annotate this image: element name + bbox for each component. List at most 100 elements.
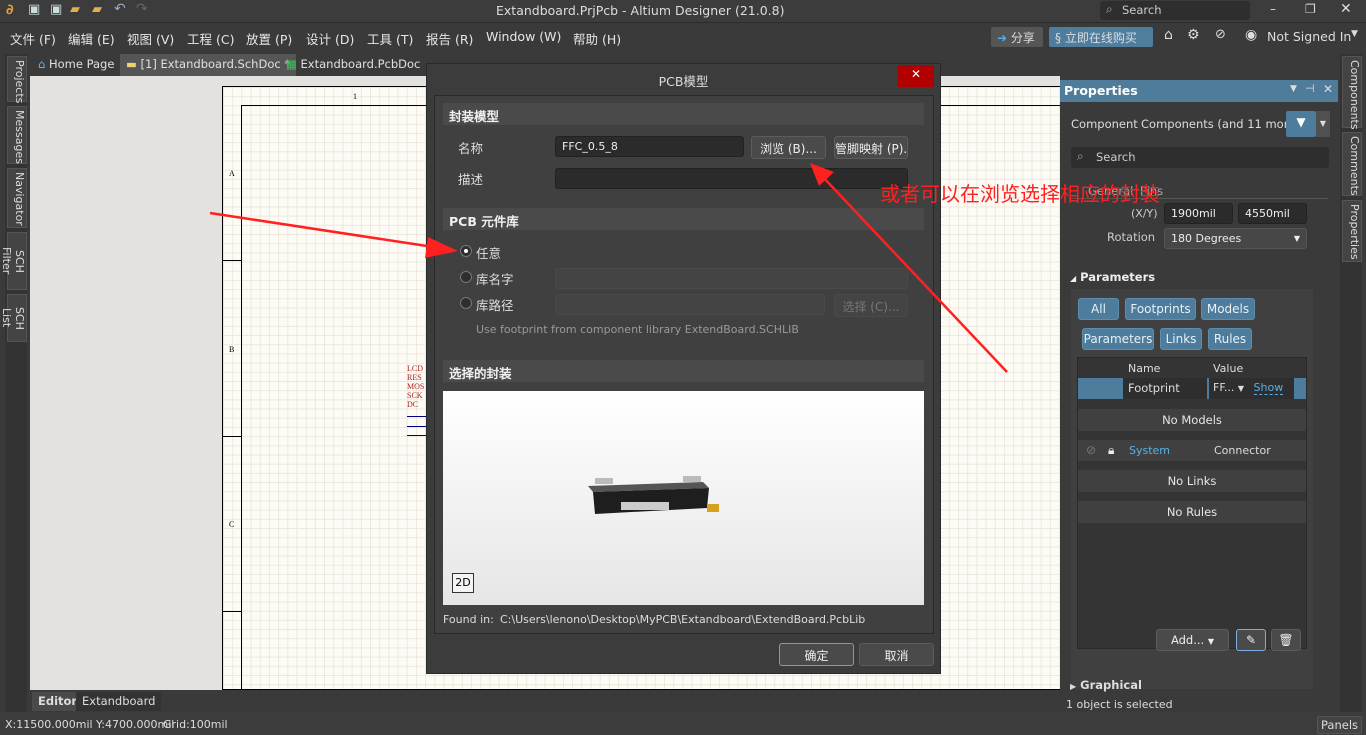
minimize-button[interactable]: – bbox=[1270, 2, 1276, 16]
rotation-select[interactable]: 180 Degrees ▼ bbox=[1164, 228, 1307, 249]
radio-library-name[interactable] bbox=[460, 271, 472, 283]
search-icon: ⌕ bbox=[1106, 2, 1113, 16]
pcb-model-dialog: PCB模型 ✕ 封装模型 名称 FFC_0.5_8 浏览 (B)... 管脚映射… bbox=[426, 63, 941, 674]
filter-rules-button[interactable]: Rules bbox=[1208, 328, 1252, 350]
found-in-label: Found in: bbox=[443, 613, 494, 626]
panel-menu-icon[interactable]: ▼ bbox=[1290, 84, 1297, 94]
user-menu[interactable]: Not Signed In bbox=[1267, 29, 1351, 44]
panel-tab-messages[interactable]: Messages bbox=[7, 106, 27, 164]
pin-map-button[interactable]: 管脚映射 (P)... bbox=[834, 136, 908, 159]
menu-window[interactable]: Window (W) bbox=[486, 29, 561, 44]
graphical-section[interactable]: ▶ Graphical bbox=[1070, 678, 1142, 692]
radio-any[interactable] bbox=[460, 245, 472, 257]
radio-library-path[interactable] bbox=[460, 297, 472, 309]
user-icon[interactable]: ◉ bbox=[1245, 27, 1257, 43]
library-path-input[interactable] bbox=[555, 294, 825, 315]
menu-file[interactable]: 文件 (F) bbox=[10, 29, 56, 48]
buy-online-button[interactable]: § 立即在线购买 bbox=[1049, 27, 1153, 47]
y-field[interactable]: 4550mil bbox=[1238, 203, 1307, 224]
menu-view[interactable]: 视图 (V) bbox=[127, 29, 174, 48]
dialog-close-button[interactable]: ✕ bbox=[898, 65, 934, 87]
filter-all-button[interactable]: All bbox=[1078, 298, 1119, 320]
use-footprint-option[interactable]: Use footprint from component library Ext… bbox=[476, 323, 799, 336]
share-button[interactable]: ➜ 分享 bbox=[991, 27, 1043, 47]
show-link[interactable]: Show bbox=[1253, 381, 1284, 395]
window-title: Extandboard.PrjPcb - Altium Designer (21… bbox=[496, 3, 785, 18]
notifications-off-icon[interactable]: ⊘ bbox=[1215, 27, 1226, 42]
tab-label: Home Page bbox=[48, 57, 115, 71]
panel-tab-properties[interactable]: Properties bbox=[1342, 200, 1362, 262]
library-name-input[interactable] bbox=[555, 268, 908, 289]
add-parameter-button[interactable]: Add... ▼ bbox=[1156, 629, 1229, 651]
panels-button[interactable]: Panels bbox=[1317, 716, 1362, 734]
edit-icon[interactable]: ✎ bbox=[1236, 629, 1266, 651]
menu-design[interactable]: 设计 (D) bbox=[306, 29, 354, 48]
view-2d-button[interactable]: 2D bbox=[452, 573, 474, 593]
tab-home-page[interactable]: ⌂ Home Page bbox=[32, 54, 120, 76]
open-folder-icon[interactable]: ▰ bbox=[70, 2, 80, 17]
restore-button[interactable]: ❐ bbox=[1305, 2, 1316, 16]
close-icon[interactable]: ✕ bbox=[1323, 82, 1333, 96]
panel-tab-navigator[interactable]: Navigator bbox=[7, 168, 27, 228]
filter-models-button[interactable]: Models bbox=[1201, 298, 1255, 320]
parameters-section[interactable]: ◢ Parameters bbox=[1070, 270, 1155, 284]
panel-tab-sch-filter[interactable]: SCH Filter bbox=[0, 232, 27, 290]
save-all-icon[interactable]: ▣ bbox=[50, 2, 62, 17]
menu-project[interactable]: 工程 (C) bbox=[187, 29, 234, 48]
pin-icon[interactable]: ⊣ bbox=[1305, 82, 1315, 95]
found-in-path: C:\Users\lenono\Desktop\MyPCB\Extandboar… bbox=[500, 613, 866, 626]
radio-library-path-label: 库路径 bbox=[476, 298, 514, 313]
save-icon[interactable]: ▣ bbox=[28, 2, 40, 17]
filter-dropdown[interactable]: ▼ bbox=[1316, 111, 1330, 137]
rotation-label: Rotation bbox=[1107, 230, 1156, 244]
trash-icon[interactable]: 🗑︎ bbox=[1271, 629, 1301, 651]
menu-help[interactable]: 帮助 (H) bbox=[573, 29, 621, 48]
filter-icon[interactable]: ▼ bbox=[1286, 111, 1316, 137]
panel-tab-comments[interactable]: Comments bbox=[1342, 132, 1362, 196]
filter-links-button[interactable]: Links bbox=[1160, 328, 1202, 350]
undo-icon[interactable]: ↶ bbox=[114, 1, 126, 17]
component-pin-labels: LCD RES MOS SCK DC bbox=[407, 364, 424, 409]
filter-footprints-button[interactable]: Footprints bbox=[1125, 298, 1196, 320]
close-button[interactable]: ✕ bbox=[1340, 1, 1352, 17]
tab-extandboard[interactable]: Extandboard bbox=[76, 692, 162, 711]
buy-label: 立即在线购买 bbox=[1064, 31, 1137, 45]
panel-tab-sch-list[interactable]: SCH List bbox=[0, 294, 27, 342]
footprint-3d-preview[interactable]: 2D bbox=[443, 391, 924, 605]
tab-pcbdoc[interactable]: ▦ Extandboard.PcbDoc bbox=[280, 54, 426, 76]
menu-tools[interactable]: 工具 (T) bbox=[367, 29, 413, 48]
tab-schdoc[interactable]: ▬ [1] Extandboard.SchDoc * bbox=[120, 54, 297, 76]
lock-icon[interactable]: 🔒︎ bbox=[1108, 443, 1114, 458]
filter-parameters-button[interactable]: Parameters bbox=[1082, 328, 1154, 350]
redo-icon[interactable]: ↷ bbox=[136, 1, 148, 17]
description-input[interactable] bbox=[555, 168, 908, 189]
chevron-down-icon[interactable]: ▼ bbox=[1351, 29, 1358, 39]
table-row-system[interactable]: ⊘ 🔒︎ System Connector bbox=[1078, 440, 1306, 461]
gear-icon[interactable]: ⚙ bbox=[1187, 27, 1200, 43]
home-icon[interactable]: ⌂ bbox=[1164, 27, 1173, 43]
rotation-value: 180 Degrees bbox=[1171, 232, 1242, 245]
add-label: Add... bbox=[1170, 633, 1205, 647]
menu-edit[interactable]: 编辑 (E) bbox=[68, 29, 115, 48]
no-models-row: No Models bbox=[1078, 409, 1306, 431]
menu-place[interactable]: 放置 (P) bbox=[246, 29, 292, 48]
table-row-footprint[interactable]: Footprint FF... ▼ Show bbox=[1078, 378, 1306, 399]
param-value[interactable]: FF... ▼ Show bbox=[1209, 378, 1294, 399]
x-field[interactable]: 1900mil bbox=[1164, 203, 1233, 224]
cancel-button[interactable]: 取消 bbox=[859, 643, 934, 666]
global-search[interactable]: ⌕ Search bbox=[1100, 1, 1250, 20]
expand-icon: ▶ bbox=[1070, 682, 1077, 691]
panel-tab-components[interactable]: Components bbox=[1342, 56, 1362, 130]
browse-button[interactable]: 浏览 (B)... bbox=[751, 136, 826, 159]
choose-button[interactable]: 选择 (C)... bbox=[834, 294, 908, 317]
ok-button[interactable]: 确定 bbox=[779, 643, 854, 666]
open-project-icon[interactable]: ▰ bbox=[92, 2, 102, 17]
section-pcb-library: PCB 元件库 bbox=[443, 208, 924, 230]
menu-bar: 文件 (F) 编辑 (E) 视图 (V) 工程 (C) 放置 (P) 设计 (D… bbox=[0, 22, 1366, 50]
visibility-off-icon[interactable]: ⊘ bbox=[1086, 443, 1096, 457]
menu-reports[interactable]: 报告 (R) bbox=[426, 29, 473, 48]
footprint-name-input[interactable]: FFC_0.5_8 bbox=[555, 136, 744, 157]
properties-search[interactable]: ⌕ Search bbox=[1071, 147, 1329, 168]
radio-library-name-label: 库名字 bbox=[476, 272, 514, 287]
panel-tab-projects[interactable]: Projects bbox=[7, 56, 27, 103]
